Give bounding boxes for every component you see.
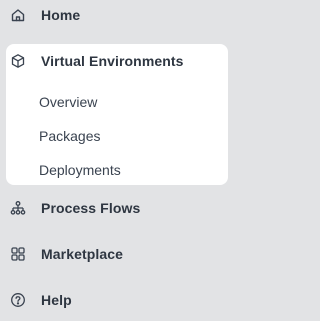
nav-item-label: Marketplace — [41, 246, 124, 262]
home-icon — [10, 7, 26, 23]
nav-item-label: Process Flows — [41, 200, 141, 216]
help-icon — [10, 292, 26, 308]
flow-icon — [10, 200, 26, 216]
grid-icon — [10, 246, 26, 262]
nav-item-help[interactable]: Help — [0, 285, 240, 315]
subnav-item-overview[interactable]: Overview — [39, 94, 97, 110]
nav-item-label: Help — [41, 292, 72, 308]
nav-item-label: Home — [41, 7, 81, 23]
nav-item-marketplace[interactable]: Marketplace — [0, 239, 240, 269]
subnav-item-deployments[interactable]: Deployments — [39, 162, 121, 178]
nav-item-process-flows[interactable]: Process Flows — [0, 193, 240, 223]
nav-item-label: Virtual Environments — [41, 53, 184, 69]
cube-icon — [10, 53, 26, 69]
nav-item-home[interactable]: Home — [0, 0, 240, 30]
nav-group-virtual-environments: Virtual Environments Overview Packages D… — [6, 44, 228, 185]
subnav-item-packages[interactable]: Packages — [39, 128, 100, 144]
nav-item-virtual-environments[interactable]: Virtual Environments — [6, 46, 228, 76]
